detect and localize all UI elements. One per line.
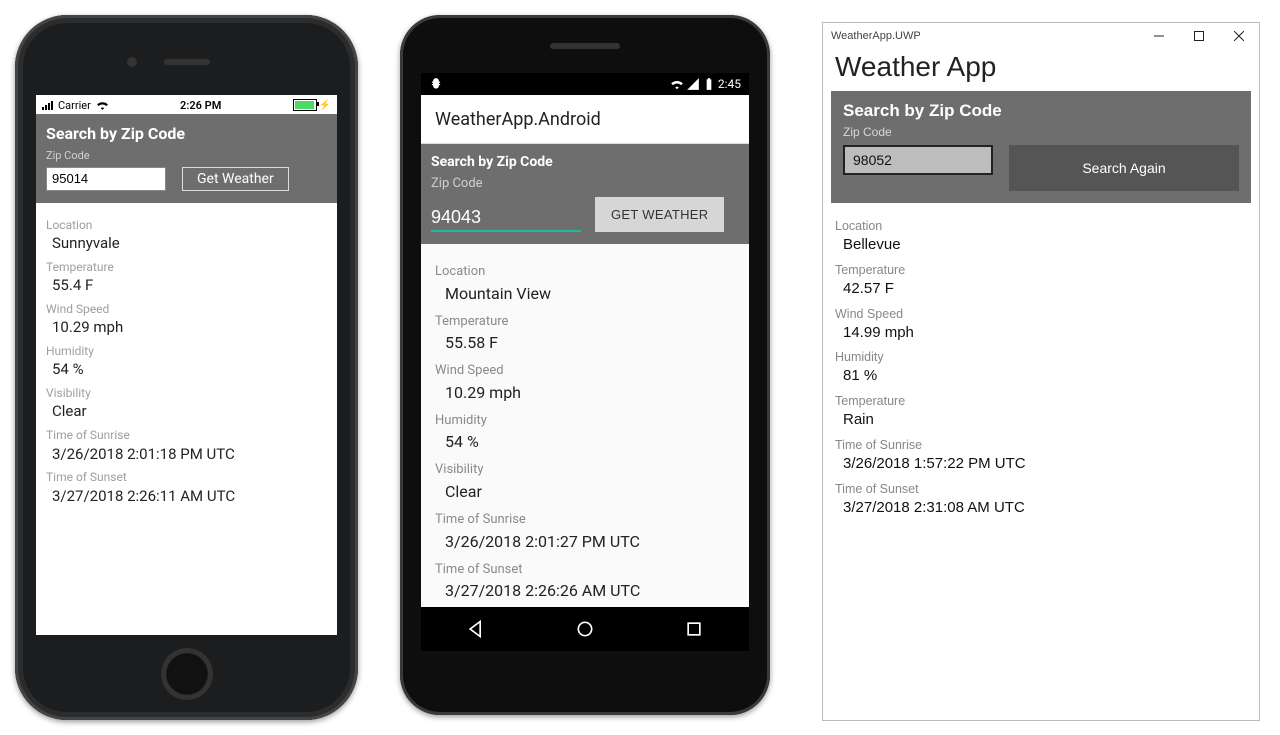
sunrise-value: 3/26/2018 2:01:18 PM UTC bbox=[46, 445, 327, 464]
location-value: Mountain View bbox=[435, 284, 735, 304]
humidity-value: 81 % bbox=[835, 367, 1247, 386]
android-speaker bbox=[550, 43, 620, 49]
search-again-button[interactable]: Search Again bbox=[1009, 145, 1239, 191]
maximize-button[interactable] bbox=[1179, 23, 1219, 49]
location-value: Bellevue bbox=[835, 236, 1247, 255]
zip-code-label: Zip Code bbox=[843, 125, 1239, 139]
sunrise-label: Time of Sunrise bbox=[46, 428, 327, 442]
ios-results: Location Sunnyvale Temperature 55.4 F Wi… bbox=[36, 203, 337, 514]
visibility-label: Temperature bbox=[835, 394, 1247, 409]
temperature-value: 55.4 F bbox=[46, 276, 327, 295]
android-device-frame: 2:45 WeatherApp.Android Search by Zip Co… bbox=[400, 15, 770, 715]
ios-camera bbox=[127, 57, 137, 67]
zip-code-input[interactable] bbox=[431, 205, 581, 232]
sunset-value: 3/27/2018 2:26:26 AM UTC bbox=[435, 581, 735, 601]
sunrise-value: 3/26/2018 2:01:27 PM UTC bbox=[435, 532, 735, 552]
home-icon[interactable] bbox=[575, 619, 595, 639]
sunrise-value: 3/26/2018 1:57:22 PM UTC bbox=[835, 455, 1247, 474]
location-label: Location bbox=[435, 264, 735, 280]
android-clock: 2:45 bbox=[718, 77, 741, 91]
uwp-window-title: WeatherApp.UWP bbox=[831, 30, 921, 42]
search-title: Search by Zip Code bbox=[843, 101, 1239, 121]
uwp-titlebar: WeatherApp.UWP bbox=[823, 23, 1259, 49]
temperature-value: 42.57 F bbox=[835, 280, 1247, 299]
android-screen: 2:45 WeatherApp.Android Search by Zip Co… bbox=[421, 73, 749, 651]
wind-speed-label: Wind Speed bbox=[435, 363, 735, 379]
visibility-label: Visibility bbox=[46, 386, 327, 400]
uwp-app-title: Weather App bbox=[823, 49, 1259, 91]
get-weather-button[interactable]: GET WEATHER bbox=[595, 197, 724, 232]
zip-code-input[interactable] bbox=[46, 167, 166, 191]
search-title: Search by Zip Code bbox=[431, 154, 739, 170]
visibility-label: Visibility bbox=[435, 462, 735, 478]
get-weather-button[interactable]: Get Weather bbox=[182, 167, 289, 191]
cell-signal-icon bbox=[686, 77, 700, 91]
visibility-value: Clear bbox=[46, 402, 327, 421]
temperature-label: Temperature bbox=[46, 260, 327, 274]
sunset-value: 3/27/2018 2:31:08 AM UTC bbox=[835, 499, 1247, 518]
wind-speed-value: 10.29 mph bbox=[435, 383, 735, 403]
sunset-value: 3/27/2018 2:26:11 AM UTC bbox=[46, 487, 327, 506]
android-nav-bar bbox=[421, 607, 749, 651]
android-results: Location Mountain View Temperature 55.58… bbox=[421, 244, 749, 611]
temperature-value: 55.58 F bbox=[435, 333, 735, 353]
zip-code-label: Zip Code bbox=[431, 176, 739, 191]
debug-icon bbox=[429, 77, 443, 91]
wind-speed-label: Wind Speed bbox=[835, 307, 1247, 322]
wind-speed-label: Wind Speed bbox=[46, 302, 327, 316]
uwp-search-panel: Search by Zip Code Zip Code Search Again bbox=[831, 91, 1251, 203]
uwp-window: WeatherApp.UWP Weather App Search by Zip… bbox=[822, 22, 1260, 721]
zip-code-label: Zip Code bbox=[46, 149, 327, 162]
temperature-label: Temperature bbox=[835, 263, 1247, 278]
battery-icon: ⚡ bbox=[293, 99, 331, 111]
humidity-value: 54 % bbox=[46, 360, 327, 379]
carrier-label: Carrier bbox=[58, 99, 91, 112]
humidity-label: Humidity bbox=[835, 350, 1247, 365]
uwp-results: Location Bellevue Temperature 42.57 F Wi… bbox=[823, 203, 1259, 525]
sunset-label: Time of Sunset bbox=[46, 470, 327, 484]
humidity-value: 54 % bbox=[435, 432, 735, 452]
location-label: Location bbox=[46, 218, 327, 232]
back-icon[interactable] bbox=[466, 619, 486, 639]
sunset-label: Time of Sunset bbox=[835, 482, 1247, 497]
humidity-label: Humidity bbox=[46, 344, 327, 358]
ios-screen: Carrier 2:26 PM ⚡ Search by Zip Code Zip… bbox=[36, 95, 337, 635]
sunset-label: Time of Sunset bbox=[435, 562, 735, 578]
humidity-label: Humidity bbox=[435, 413, 735, 429]
location-label: Location bbox=[835, 219, 1247, 234]
ios-home-button[interactable] bbox=[161, 648, 213, 700]
ios-device-frame: Carrier 2:26 PM ⚡ Search by Zip Code Zip… bbox=[15, 15, 358, 720]
signal-icon bbox=[42, 100, 53, 110]
android-search-panel: Search by Zip Code Zip Code GET WEATHER bbox=[421, 144, 749, 244]
temperature-label: Temperature bbox=[435, 314, 735, 330]
ios-search-panel: Search by Zip Code Zip Code Get Weather bbox=[36, 114, 337, 203]
close-button[interactable] bbox=[1219, 23, 1259, 49]
recent-icon[interactable] bbox=[684, 619, 704, 639]
wind-speed-value: 10.29 mph bbox=[46, 318, 327, 337]
battery-icon bbox=[702, 77, 716, 91]
wifi-icon bbox=[670, 77, 684, 91]
location-value: Sunnyvale bbox=[46, 234, 327, 253]
wind-speed-value: 14.99 mph bbox=[835, 324, 1247, 343]
visibility-value: Clear bbox=[435, 482, 735, 502]
wifi-icon bbox=[96, 100, 109, 110]
ios-speaker bbox=[164, 59, 210, 65]
visibility-value: Rain bbox=[835, 411, 1247, 430]
android-app-title: WeatherApp.Android bbox=[421, 95, 749, 144]
android-status-bar: 2:45 bbox=[421, 73, 749, 95]
ios-clock: 2:26 PM bbox=[180, 99, 221, 112]
minimize-button[interactable] bbox=[1139, 23, 1179, 49]
sunrise-label: Time of Sunrise bbox=[435, 512, 735, 528]
ios-status-bar: Carrier 2:26 PM ⚡ bbox=[36, 95, 337, 114]
sunrise-label: Time of Sunrise bbox=[835, 438, 1247, 453]
zip-code-input[interactable] bbox=[843, 145, 993, 175]
search-title: Search by Zip Code bbox=[46, 124, 327, 143]
